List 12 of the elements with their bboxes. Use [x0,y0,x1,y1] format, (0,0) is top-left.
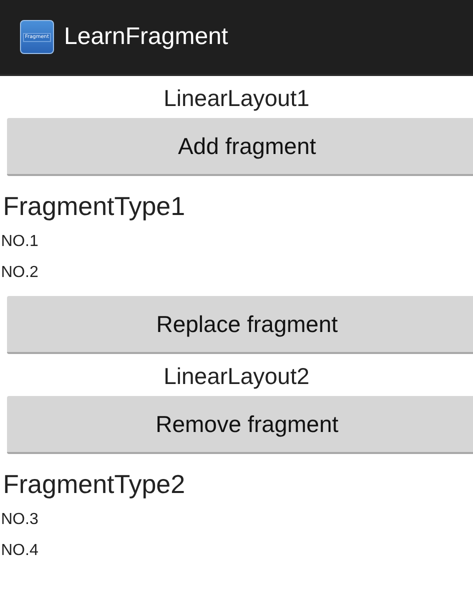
action-button[interactable]: Add fragment [7,118,473,176]
action-button[interactable]: Replace fragment [7,296,473,354]
fragment-text: NO.4 [1,541,40,561]
layout-heading: LinearLayout1 [162,84,310,112]
fragment-text: NO.1 [1,232,40,252]
fragment-text: NO.2 [1,263,40,283]
fragment-title: FragmentType2 [3,468,186,500]
fragment-text: NO.3 [1,510,40,530]
fragment-title: FragmentType1 [3,190,186,222]
app-title: LearnFragment [64,23,228,51]
layout-heading: LinearLayout2 [162,362,310,390]
action-button[interactable]: Remove fragment [7,396,473,454]
